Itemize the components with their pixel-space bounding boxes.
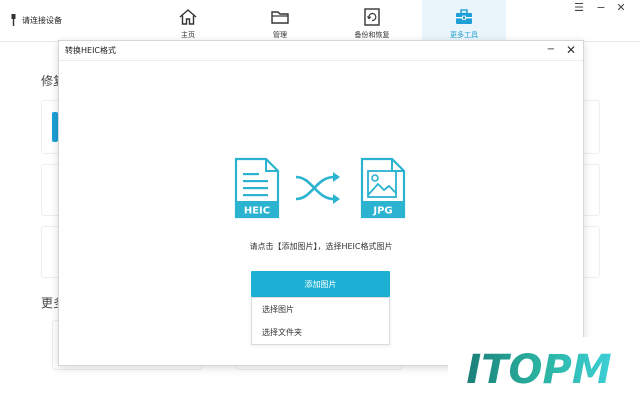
tab-more-tools[interactable]: 更多工具 [422,0,506,42]
tab-manage[interactable]: 管理 [238,0,322,42]
folder-icon [271,11,289,24]
usb-icon [11,14,16,26]
backup-icon [364,8,380,26]
menu-button[interactable]: ☰ [572,2,586,14]
target-format-label: JPG [372,206,392,217]
tab-home[interactable]: 主页 [146,0,230,42]
add-image-menu: 选择图片 选择文件夹 [251,297,390,345]
instruction-text: 请点击【添加图片】，选择HEIC格式图片 [249,242,393,251]
watermark-text: ITOPM [466,347,611,393]
minimize-button[interactable]: − [594,2,608,14]
device-label: 请连接设备 [22,15,62,25]
watermark-logo: ITOPM [466,347,611,393]
menu-item-select-image[interactable]: 选择图片 [252,298,389,321]
heic-converter-dialog: 转换HEIC格式 − ✕ HEIC JPG 请点击【添加图片】，选择HEIC格式… [58,40,584,366]
add-image-button[interactable]: 添加图片 [251,271,390,297]
home-icon [179,9,197,25]
tab-manage-label: 管理 [273,31,287,39]
itopm-watermark: ITOPM [448,337,630,399]
top-bar: 请连接设备 主页 管理 备份和恢复 更多工具 ☰ − ✕ [0,0,640,42]
dialog-minimize-button[interactable]: − [547,44,555,55]
dialog-titlebar: 转换HEIC格式 − ✕ [59,41,583,61]
menu-item-select-folder[interactable]: 选择文件夹 [252,321,389,344]
shuffle-icon [295,172,340,204]
source-format-label: HEIC [244,206,270,217]
tab-more-tools-label: 更多工具 [450,31,478,39]
close-button[interactable]: ✕ [614,2,628,14]
tab-backup-restore[interactable]: 备份和恢复 [330,0,414,42]
heic-file-icon: HEIC [234,157,280,219]
jpg-file-icon: JPG [360,157,406,219]
toolbox-icon [456,9,472,24]
tab-backup-label: 备份和恢复 [354,31,390,39]
tab-home-label: 主页 [181,31,195,39]
dialog-close-button[interactable]: ✕ [566,43,576,57]
conversion-illustration: HEIC JPG [234,157,406,219]
device-status: 请连接设备 [10,14,62,26]
dialog-title: 转换HEIC格式 [65,46,117,55]
